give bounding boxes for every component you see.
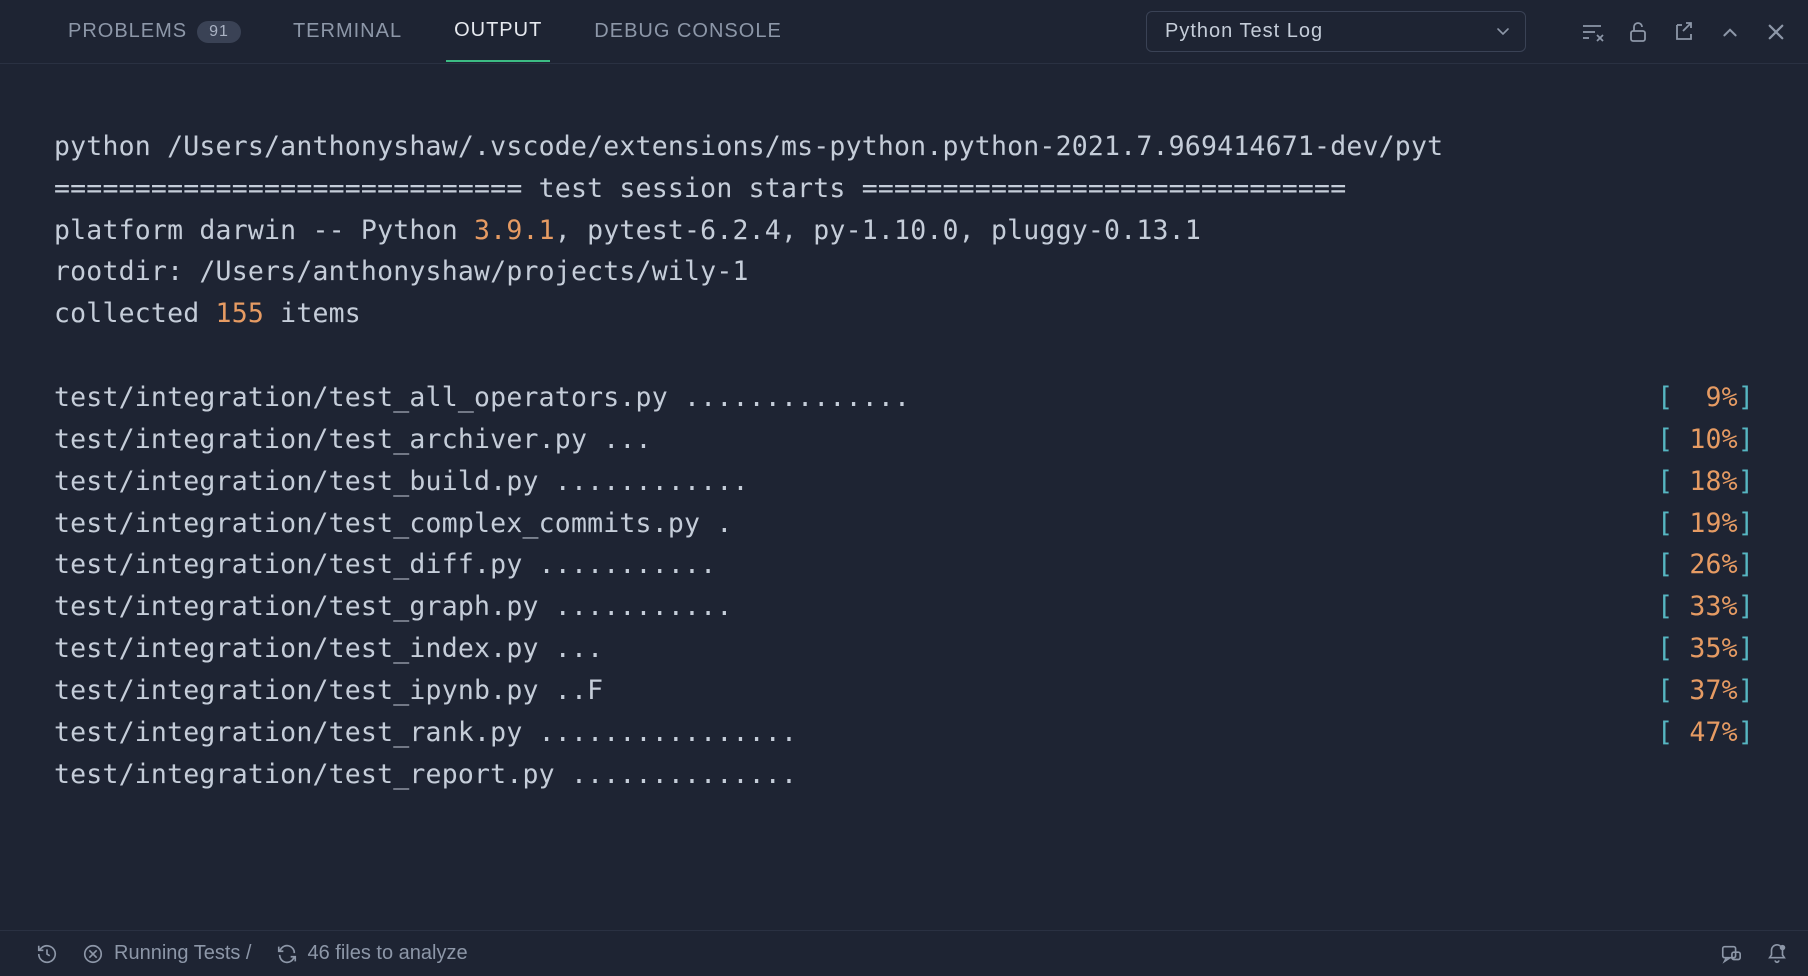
test-path: test/integration/test_graph.py .........… [54,586,732,628]
tab-output[interactable]: OUTPUT [446,1,550,62]
panel-tab-bar: PROBLEMS 91 TERMINAL OUTPUT DEBUG CONSOL… [0,0,1808,64]
output-rootdir: rootdir: /Users/anthonyshaw/projects/wil… [54,256,749,287]
test-path: test/integration/test_index.py ... [54,628,603,670]
test-progress: [ 18%] [1657,461,1754,503]
test-row: test/integration/test_archiver.py ... [ 1… [54,419,1754,461]
tab-problems[interactable]: PROBLEMS 91 [60,2,249,61]
tab-output-label: OUTPUT [454,19,542,42]
test-row: test/integration/test_diff.py ..........… [54,544,1754,586]
chevron-up-icon[interactable] [1718,20,1742,44]
test-row: test/integration/test_build.py .........… [54,461,1754,503]
test-progress: [ 19%] [1657,503,1754,545]
tab-debug-console[interactable]: DEBUG CONSOLE [586,2,789,61]
test-path: test/integration/test_build.py .........… [54,461,749,503]
test-progress: [ 47%] [1657,712,1754,754]
tab-terminal-label: TERMINAL [293,20,402,43]
error-icon [82,943,104,965]
test-row: test/integration/test_rank.py ..........… [54,712,1754,754]
test-row: test/integration/test_all_operators.py .… [54,377,1754,419]
test-row: test/integration/test_complex_commits.py… [54,503,1754,545]
history-icon [36,943,58,965]
output-platform-prefix: platform darwin -- Python [54,215,474,246]
tab-terminal[interactable]: TERMINAL [285,2,410,61]
open-file-icon[interactable] [1672,20,1696,44]
test-progress: [ 10%] [1657,419,1754,461]
bell-icon [1766,943,1788,965]
output-channel-select[interactable]: Python Test Log [1146,11,1526,52]
output-command: python /Users/anthonyshaw/.vscode/extens… [54,131,1443,162]
test-row: test/integration/test_graph.py .........… [54,586,1754,628]
output-collected-suffix: items [264,298,361,329]
tab-problems-label: PROBLEMS [68,20,187,43]
test-path: test/integration/test_rank.py ..........… [54,712,797,754]
status-bar: Running Tests / 46 files to analyze [0,930,1808,976]
test-path: test/integration/test_archiver.py ... [54,419,652,461]
test-row: test/integration/test_ipynb.py ..F [ 37%] [54,670,1754,712]
status-analyze[interactable]: 46 files to analyze [276,942,468,965]
output-content[interactable]: python /Users/anthonyshaw/.vscode/extens… [0,64,1808,930]
tab-debug-console-label: DEBUG CONSOLE [594,20,781,43]
status-running-label: Running Tests / [114,942,252,965]
test-progress: [ 35%] [1657,628,1754,670]
test-row: test/integration/test_report.py ........… [54,754,1754,796]
output-platform-suffix: , pytest-6.2.4, py-1.10.0, pluggy-0.13.1 [555,215,1201,246]
test-path: test/integration/test_ipynb.py ..F [54,670,603,712]
output-toolbar [1580,20,1788,44]
problems-badge: 91 [197,21,241,43]
output-collected-prefix: collected [54,298,216,329]
test-path: test/integration/test_report.py ........… [54,754,797,796]
test-row: test/integration/test_index.py ... [ 35%] [54,628,1754,670]
output-python-version: 3.9.1 [474,215,555,246]
status-analyze-label: 46 files to analyze [308,942,468,965]
status-history[interactable] [36,943,58,965]
status-running-tests[interactable]: Running Tests / [82,942,252,965]
feedback-icon [1720,943,1742,965]
status-feedback[interactable] [1720,943,1742,965]
output-session-header: ============================= test sessi… [54,173,1346,204]
test-progress: [ 9%] [1657,377,1754,419]
test-path: test/integration/test_diff.py ..........… [54,544,716,586]
filter-icon[interactable] [1580,20,1604,44]
status-notifications[interactable] [1766,943,1788,965]
test-path: test/integration/test_complex_commits.py… [54,503,732,545]
output-collected-count: 155 [216,298,264,329]
test-progress: [ 26%] [1657,544,1754,586]
test-path: test/integration/test_all_operators.py .… [54,377,910,419]
test-progress: [ 37%] [1657,670,1754,712]
refresh-icon [276,943,298,965]
chevron-down-icon [1495,24,1511,40]
test-progress: [ 33%] [1657,586,1754,628]
close-icon[interactable] [1764,20,1788,44]
output-channel-label: Python Test Log [1165,20,1323,42]
lock-icon[interactable] [1626,20,1650,44]
test-results: test/integration/test_all_operators.py .… [54,377,1754,796]
